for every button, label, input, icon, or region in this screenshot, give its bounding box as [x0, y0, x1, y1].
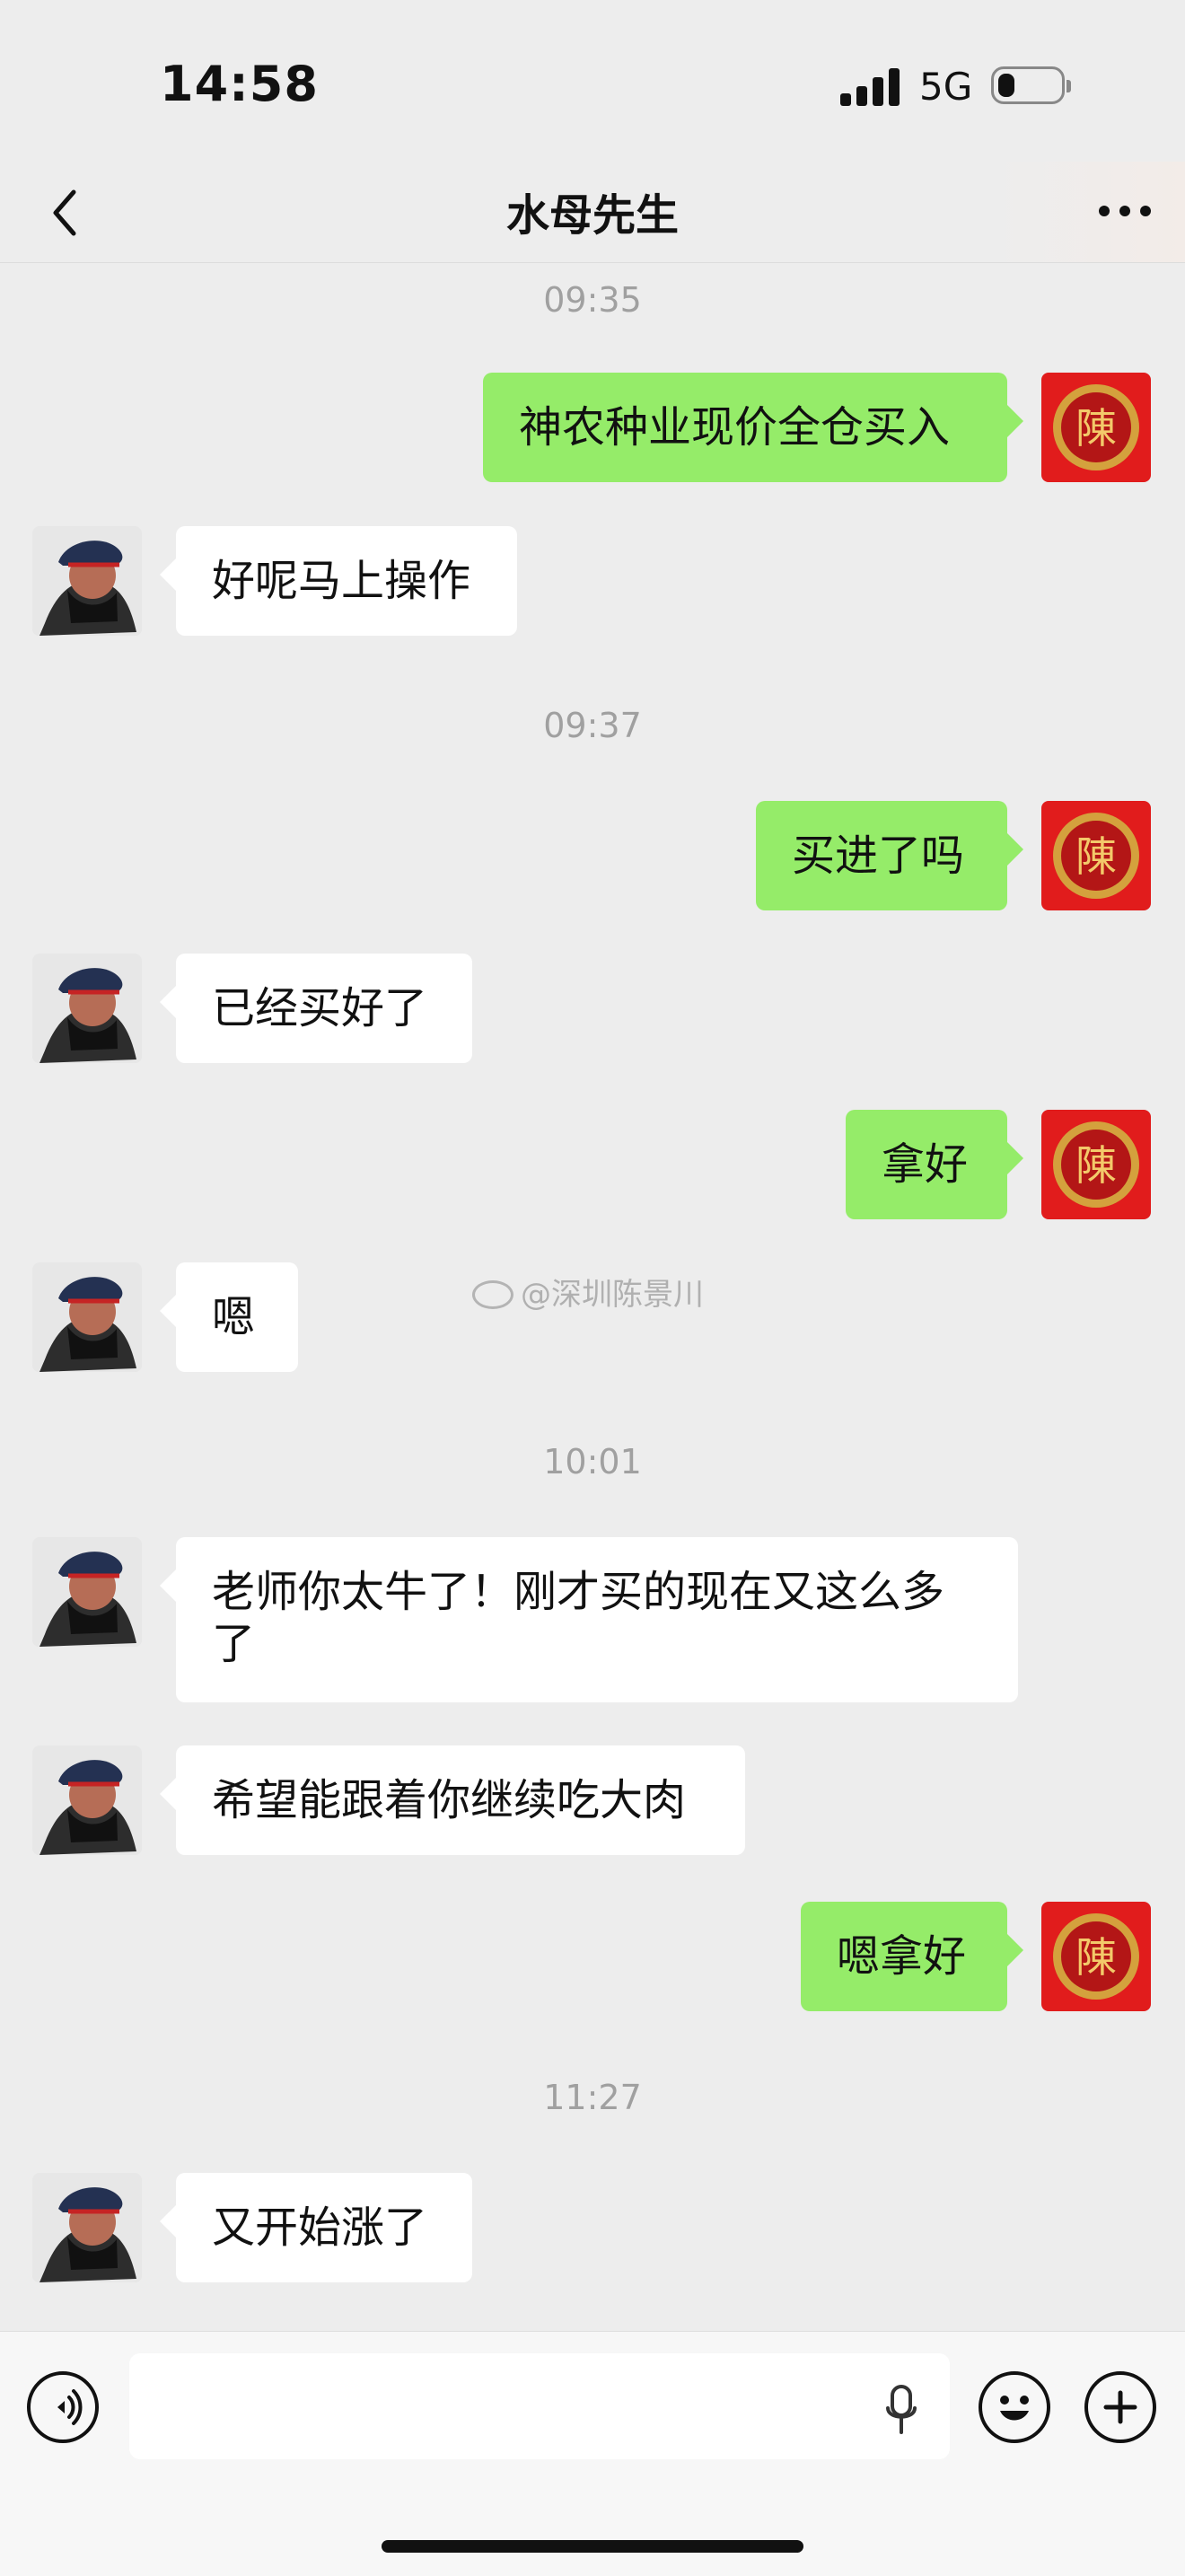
- network-type: 5G: [919, 65, 973, 109]
- contact-avatar[interactable]: [32, 1262, 142, 1372]
- svg-text:陳: 陳: [1075, 404, 1117, 453]
- message-bubble-sent[interactable]: 嗯拿好: [801, 1902, 1023, 2011]
- masked-person-avatar-icon: [32, 1537, 142, 1647]
- message-input[interactable]: [129, 2353, 950, 2459]
- message-timestamp: 10:01: [543, 1442, 642, 1481]
- chen-seal-icon: 陳: [1053, 1913, 1139, 2000]
- watermark: @深圳陈景川: [472, 1270, 704, 1314]
- more-functions-button[interactable]: [1084, 2371, 1156, 2443]
- user-avatar[interactable]: 陳: [1041, 1110, 1151, 1219]
- cellular-signal-icon: [840, 66, 903, 106]
- message-bubble-received[interactable]: 希望能跟着你继续吃大肉: [160, 1745, 745, 1855]
- user-avatar[interactable]: 陳: [1041, 801, 1151, 910]
- voice-mode-icon: [57, 2389, 83, 2425]
- status-bar: 14:58 5G: [0, 0, 1185, 162]
- contact-avatar[interactable]: [32, 954, 142, 1063]
- voice-mode-button[interactable]: [27, 2371, 99, 2443]
- contact-avatar[interactable]: [32, 2173, 142, 2282]
- message-bubble-received[interactable]: 好呢马上操作: [160, 526, 517, 636]
- user-avatar[interactable]: 陳: [1041, 373, 1151, 482]
- plus-icon: [1103, 2390, 1137, 2424]
- home-indicator: [382, 2540, 803, 2553]
- chat-title: 水母先生: [505, 190, 679, 241]
- masked-person-avatar-icon: [32, 1745, 142, 1855]
- message-input-bar: [0, 2331, 1185, 2576]
- svg-text:陳: 陳: [1075, 1141, 1117, 1190]
- svg-text:陳: 陳: [1075, 832, 1117, 881]
- message-bubble-received[interactable]: 老师你太牛了！刚才买的现在又这么多了: [160, 1537, 1018, 1702]
- svg-text:陳: 陳: [1075, 1933, 1117, 1982]
- chen-seal-icon: 陳: [1053, 1121, 1139, 1208]
- message-timestamp: 09:37: [543, 706, 642, 745]
- message-bubble-sent[interactable]: 买进了吗: [756, 801, 1023, 910]
- chen-seal-icon: 陳: [1053, 384, 1139, 470]
- contact-avatar[interactable]: [32, 1745, 142, 1855]
- message-bubble-received[interactable]: 又开始涨了: [160, 2173, 472, 2282]
- message-timestamp: 09:35: [543, 280, 642, 320]
- emoji-button[interactable]: [979, 2371, 1050, 2443]
- contact-avatar[interactable]: [32, 1537, 142, 1647]
- user-avatar[interactable]: 陳: [1041, 1902, 1151, 2011]
- contact-avatar[interactable]: [32, 526, 142, 636]
- masked-person-avatar-icon: [32, 1262, 142, 1372]
- emoji-icon: [1000, 2396, 1029, 2421]
- masked-person-avatar-icon: [32, 954, 142, 1063]
- masked-person-avatar-icon: [32, 526, 142, 636]
- more-options-icon[interactable]: [1095, 198, 1154, 224]
- microphone-icon[interactable]: [885, 2384, 917, 2436]
- battery-icon: [991, 66, 1071, 104]
- status-time: 14:58: [160, 56, 319, 112]
- battery-level-fill: [998, 74, 1014, 97]
- message-timestamp: 11:27: [543, 2078, 642, 2117]
- chat-header: 水母先生: [0, 162, 1185, 263]
- message-bubble-sent[interactable]: 神农种业现价全仓买入: [483, 373, 1023, 482]
- watermark-text: @深圳陈景川: [521, 1277, 704, 1313]
- message-bubble-received[interactable]: 嗯: [160, 1262, 298, 1372]
- weibo-icon: [472, 1279, 514, 1309]
- chen-seal-icon: 陳: [1053, 813, 1139, 899]
- message-bubble-received[interactable]: 已经买好了: [160, 954, 472, 1063]
- message-bubble-sent[interactable]: 拿好: [846, 1110, 1023, 1219]
- masked-person-avatar-icon: [32, 2173, 142, 2282]
